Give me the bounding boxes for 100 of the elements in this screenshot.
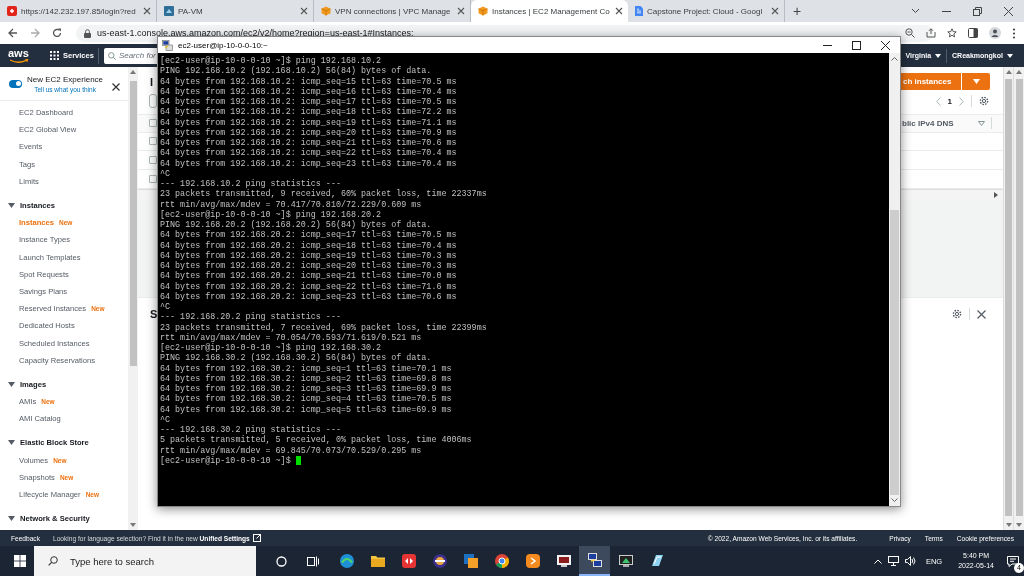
external-link-icon[interactable]	[252, 534, 261, 542]
volume-icon[interactable]	[904, 556, 916, 566]
logo[interactable]: aws	[8, 46, 32, 65]
terminal-line: --- 192.168.20.2 ping statistics ---	[160, 312, 342, 323]
terminal-line: 64 bytes from 192.168.10.2: icmp_seq=20 ttl=63 time=70.9 ms	[160, 127, 458, 138]
restore-icon[interactable]	[973, 6, 982, 16]
caret-icon	[972, 79, 980, 85]
column-header[interactable]: blic IPv4 DNS	[902, 118, 954, 128]
app-icon	[431, 553, 448, 569]
terminal-line: PING 192.168.10.2 (192.168.10.2) 56(84) bytes of data.	[160, 66, 433, 77]
page-number[interactable]: 1	[947, 96, 952, 106]
terminal-line: ^C	[160, 168, 172, 179]
checkbox[interactable]	[149, 137, 157, 146]
scrollbar-thumb[interactable]	[129, 81, 137, 366]
settings-icon[interactable]	[952, 309, 962, 319]
close-icon[interactable]	[881, 40, 890, 50]
computer-icon	[162, 39, 173, 51]
terminal-line: [ec2-user@ip-10-0-0-10 ~]$ ping 192.168.20.2	[160, 209, 383, 220]
cube-icon	[478, 6, 488, 16]
taskbar-search-field[interactable]: Type here to search	[34, 546, 256, 576]
browser-tab[interactable]: Instances | EC2 Management Co	[471, 0, 628, 22]
terminal-line: 64 bytes from 192.168.10.2: icmp_seq=17 ttl=63 time=70.5 ms	[160, 97, 458, 107]
panel-icon	[164, 6, 174, 16]
taskbar-app[interactable]	[579, 546, 610, 576]
folder-icon	[369, 553, 386, 569]
terminal-line: [ec2-user@ip-10-0-0-10 ~]$ ping 192.168.30.2	[160, 343, 383, 353]
grid-icon	[50, 51, 59, 60]
document-icon	[635, 6, 643, 16]
terminal-line: 64 bytes from 192.168.30.2: icmp_seq=3 ttl=63 time=69.9 ms	[160, 384, 453, 394]
checkbox[interactable]	[149, 119, 157, 128]
terminal-line: rtt min/avg/max/mdev = 70.417/70.810/72.229/0.609 ms	[160, 199, 423, 210]
checkbox[interactable]	[149, 156, 157, 165]
scroll-up-icon[interactable]	[130, 70, 136, 74]
settings-icon[interactable]	[979, 96, 989, 107]
dropdown-button[interactable]	[962, 73, 990, 91]
terminal-line: 64 bytes from 192.168.30.2: icmp_seq=1 ttl=63 time=70.1 ms	[160, 363, 453, 374]
maximize-icon[interactable]	[852, 40, 861, 50]
toggle-switch[interactable]	[9, 79, 22, 88]
toggle-label: New EC2 Experience	[27, 74, 104, 84]
caret-icon	[8, 440, 15, 446]
search-field[interactable]: Search for	[103, 47, 158, 64]
terminal-line: 64 bytes from 192.168.10.2: icmp_seq=18 ttl=63 time=72.2 ms	[160, 107, 458, 118]
terminal-line: 64 bytes from 192.168.10.2: icmp_seq=22 ttl=63 time=70.4 ms	[160, 148, 458, 159]
side-panel-icon[interactable]	[968, 28, 978, 38]
back-icon[interactable]	[8, 28, 18, 38]
terminal-line: 23 packets transmitted, 7 received, 69% packet loss, time 22399ms	[160, 322, 488, 333]
chevron-up-icon[interactable]	[873, 558, 882, 564]
terminal-line: ^C	[160, 302, 172, 313]
new-tab-button[interactable]: +	[787, 2, 807, 20]
star-icon[interactable]	[947, 28, 957, 38]
close-icon[interactable]	[112, 82, 121, 91]
caret-icon	[8, 516, 15, 522]
terminal-line: --- 192.168.10.2 ping statistics ---	[160, 179, 342, 189]
search-icon	[48, 556, 58, 566]
profile-icon[interactable]	[989, 27, 1001, 39]
search-icon	[107, 51, 116, 60]
cursor-block	[295, 456, 301, 466]
reload-icon[interactable]	[52, 28, 62, 38]
terminal-line: PING 192.168.30.2 (192.168.30.2) 56(84) bytes of data.	[160, 353, 433, 364]
scroll-down-icon[interactable]	[130, 523, 136, 527]
app-icon	[338, 553, 355, 569]
terminal-line: 64 bytes from 192.168.20.2: icmp_seq=23 ttl=63 time=70.6 ms	[160, 291, 458, 302]
app-icon	[617, 553, 634, 569]
scroll-up-icon[interactable]	[891, 57, 898, 61]
browser-icon	[493, 553, 510, 569]
close-icon[interactable]	[1004, 6, 1013, 16]
close-icon[interactable]	[615, 7, 623, 15]
terminal-line: 64 bytes from 192.168.10.2: icmp_seq=21 ttl=63 time=70.6 ms	[160, 138, 458, 148]
scrollbar-thumb[interactable]	[890, 210, 899, 495]
scrollbar-thumb[interactable]	[1015, 79, 1023, 516]
terminal-line: ^C	[160, 414, 172, 425]
sort-icon[interactable]	[977, 120, 985, 126]
terminal-line: 64 bytes from 192.168.10.2: icmp_seq=23 ttl=63 time=70.4 ms	[160, 158, 458, 169]
menu-icon[interactable]	[1012, 27, 1016, 39]
share-icon[interactable]	[926, 28, 936, 38]
app-icon	[400, 553, 417, 569]
terminal-line: [ec2-user@ip-10-0-0-10 ~]$ ping 192.168.10.2	[160, 56, 383, 66]
lock-icon	[84, 28, 91, 38]
checkbox[interactable]	[149, 175, 157, 184]
terminal-line: 64 bytes from 192.168.20.2: icmp_seq=22 ttl=63 time=71.6 ms	[160, 281, 458, 292]
panel-heading: I	[150, 75, 154, 88]
cube-icon	[321, 6, 331, 16]
chevron-icon[interactable]	[911, 8, 920, 14]
zoom-icon[interactable]	[905, 28, 915, 38]
cortana-icon[interactable]	[276, 555, 287, 567]
close-icon[interactable]	[977, 309, 986, 319]
terminal-line: [ec2-user@ip-10-0-0-10 ~]$	[160, 455, 291, 466]
terminal-line: 64 bytes from 192.168.30.2: icmp_seq=2 ttl=63 time=69.8 ms	[160, 373, 453, 384]
scroll-right-icon[interactable]	[994, 192, 998, 198]
terminal-line: 64 bytes from 192.168.20.2: icmp_seq=21 ttl=63 time=70.0 ms	[160, 271, 458, 282]
app-icon	[524, 553, 541, 569]
caret-icon	[935, 53, 942, 58]
app-icon	[555, 553, 572, 569]
scroll-down-icon[interactable]	[891, 498, 898, 502]
task-view-icon[interactable]	[307, 555, 319, 567]
scrollbar-thumb[interactable]	[1005, 79, 1012, 516]
windows-start-icon[interactable]	[14, 555, 26, 567]
notification-icon[interactable]	[1007, 555, 1019, 567]
terminal-line: rtt min/avg/max/mdev = 70.054/70.593/71.619/0.521 ms	[160, 332, 423, 343]
network-icon[interactable]	[887, 556, 899, 566]
